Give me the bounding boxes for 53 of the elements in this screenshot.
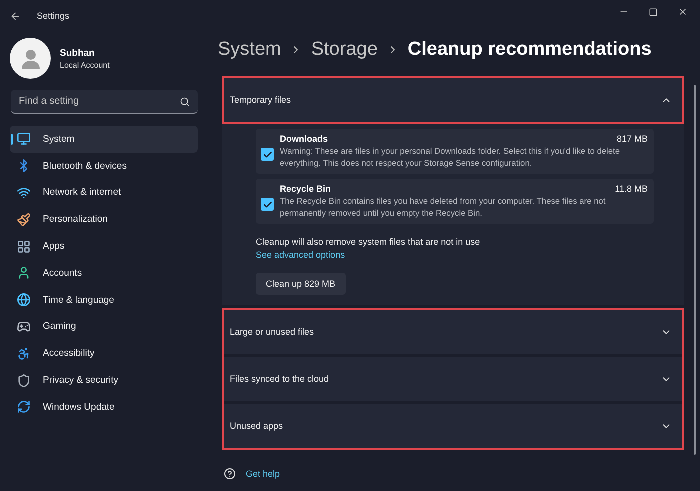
sidebar-item[interactable]: Accounts — [10, 260, 198, 287]
gamepad-icon — [17, 320, 31, 334]
page-title: Cleanup recommendations — [408, 39, 652, 61]
accessibility-icon — [17, 346, 31, 361]
wifi-icon — [17, 186, 31, 200]
get-help-link[interactable]: Get help — [246, 469, 280, 479]
maximize-icon — [649, 8, 658, 16]
breadcrumb-link[interactable]: Storage — [311, 39, 378, 61]
refresh-icon — [17, 400, 31, 414]
sidebar-item[interactable]: System — [10, 126, 198, 153]
back-button[interactable] — [10, 10, 21, 22]
search-icon — [180, 97, 190, 107]
section-header[interactable]: Files synced to the cloud — [224, 357, 682, 401]
item-description: The Recycle Bin contains files you have deleted from your computer. These files are not permanently removed until you empty the Recycle Bin. — [280, 195, 607, 219]
close-icon — [678, 7, 688, 17]
search-field[interactable]: Find a setting — [11, 90, 198, 114]
sidebar-item[interactable]: Privacy & security — [10, 367, 198, 394]
apps-icon — [17, 240, 31, 254]
sidebar-item[interactable]: Apps — [10, 233, 198, 260]
close-button[interactable] — [678, 7, 688, 17]
cleanup-button[interactable]: Clean up 829 MB — [256, 273, 346, 295]
help-icon — [224, 468, 236, 480]
sidebar-item[interactable]: Accessibility — [10, 340, 198, 368]
globe-icon — [17, 293, 31, 308]
person-icon — [17, 266, 31, 280]
sidebar-item[interactable]: Personalization — [10, 206, 198, 234]
section-header[interactable]: Temporary files — [224, 78, 682, 122]
item-size: 817 MB — [616, 134, 648, 144]
sidebar-item[interactable]: Windows Update — [10, 394, 198, 421]
item-size: 11.8 MB — [615, 184, 648, 194]
section-header[interactable]: Unused apps — [224, 404, 682, 448]
maximize-button[interactable] — [649, 8, 658, 16]
cleanup-note: Cleanup will also remove system files that are not in use — [256, 237, 482, 247]
sidebar-item[interactable]: Network & internet — [10, 180, 198, 206]
breadcrumb-link[interactable]: System — [218, 39, 282, 61]
monitor-icon — [17, 132, 31, 146]
scrollbar[interactable] — [694, 85, 696, 455]
paintbrush-icon — [17, 212, 31, 227]
section-header[interactable]: Large or unused files — [224, 310, 682, 354]
sidebar-item[interactable]: Bluetooth & devices — [10, 152, 198, 180]
profile-name: Subhan — [60, 48, 96, 58]
window-title: Settings — [37, 11, 70, 21]
item-name: Recycle Bin — [280, 184, 332, 194]
checkbox[interactable] — [261, 198, 274, 211]
shield-icon — [17, 374, 31, 388]
item-description: Warning: These are files in your personal Downloads folder. Select this if you'd like to delete everything. This does not respect your Storage Sense configuration. — [280, 145, 622, 169]
advanced-options-link[interactable]: See advanced options — [256, 250, 346, 260]
account-type: Local Account — [60, 60, 110, 70]
checkbox[interactable] — [261, 148, 274, 161]
sidebar-item[interactable]: Time & language — [10, 286, 198, 314]
sidebar-item[interactable]: Gaming — [10, 314, 198, 340]
avatar — [10, 38, 51, 79]
item-name: Downloads — [280, 134, 328, 144]
